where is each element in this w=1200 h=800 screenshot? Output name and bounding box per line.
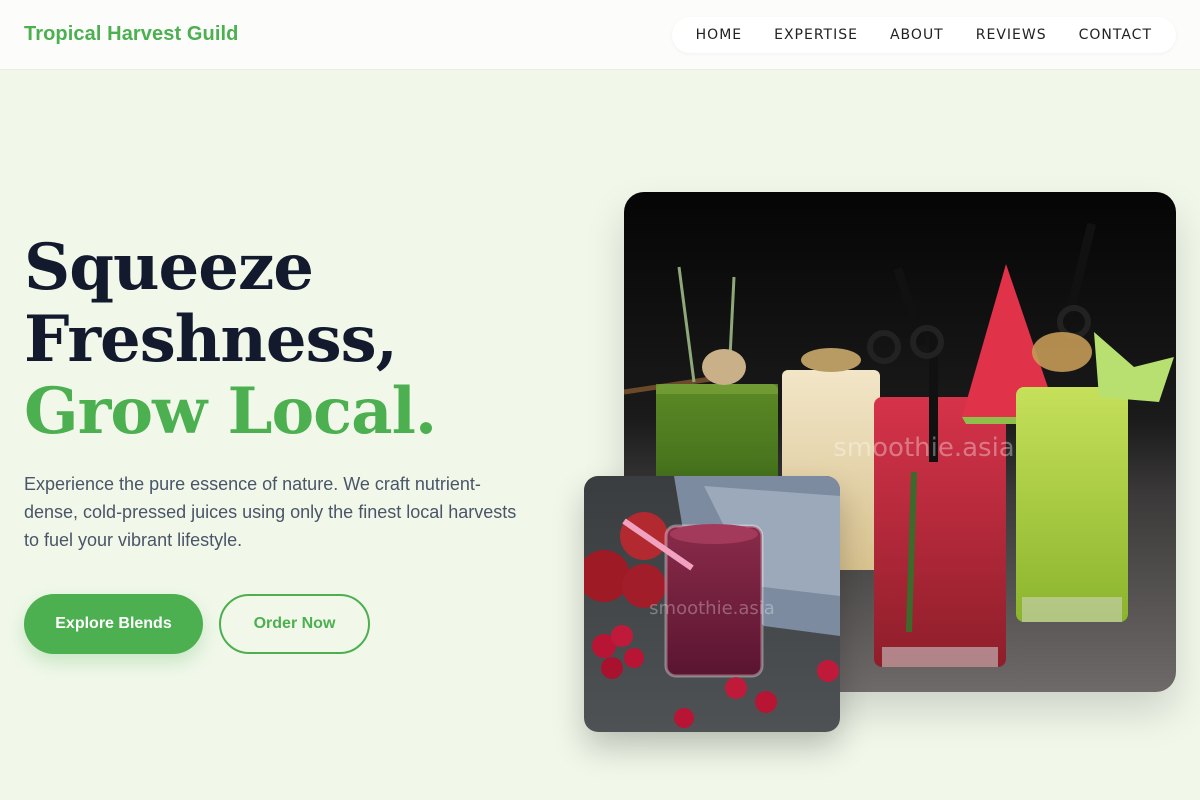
hero-title: Squeeze Freshness, Grow Local. <box>24 232 544 448</box>
brand-logo[interactable]: Tropical Harvest Guild <box>24 23 239 46</box>
hero-title-accent: Grow Local. <box>24 374 437 449</box>
hero-description: Experience the pure essence of nature. W… <box>24 474 517 550</box>
nav-about[interactable]: ABOUT <box>874 27 960 43</box>
small-image-watermark: smoothie.asia <box>649 598 775 619</box>
nav-expertise[interactable]: EXPERTISE <box>758 27 874 43</box>
explore-blends-button[interactable]: Explore Blends <box>24 594 203 654</box>
main-nav: HOME EXPERTISE ABOUT REVIEWS CONTACT <box>671 16 1176 53</box>
hero-title-line-2: Freshness, <box>24 302 398 377</box>
site-header: Tropical Harvest Guild HOME EXPERTISE AB… <box>0 0 1200 70</box>
nav-home[interactable]: HOME <box>680 27 758 43</box>
nav-contact[interactable]: CONTACT <box>1063 27 1168 43</box>
order-now-button[interactable]: Order Now <box>219 594 370 654</box>
main-image-watermark: smoothie.asia <box>833 433 1014 463</box>
hero-title-line-1: Squeeze <box>24 230 314 305</box>
berry-smoothie-image: smoothie.asia <box>584 476 840 732</box>
nav-reviews[interactable]: REVIEWS <box>960 27 1063 43</box>
